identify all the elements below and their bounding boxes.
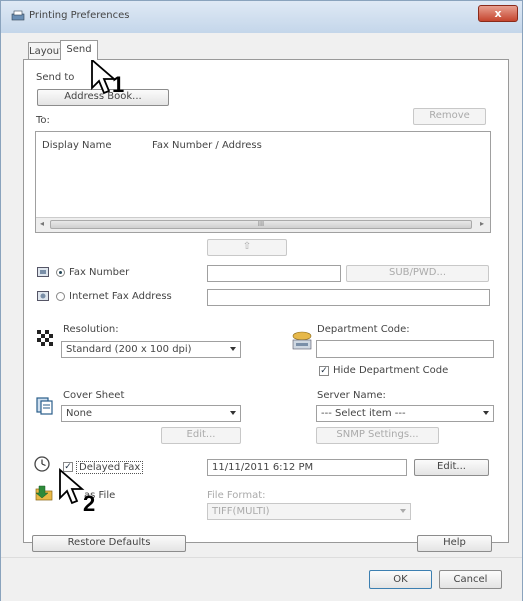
- cancel-button[interactable]: Cancel: [439, 570, 502, 589]
- printer-icon: [11, 10, 25, 21]
- hide-department-code-checkbox[interactable]: ✓: [319, 366, 329, 376]
- tab-layout[interactable]: Layout: [28, 42, 63, 60]
- column-header-display-name[interactable]: Display Name: [42, 140, 112, 151]
- scroll-right-icon[interactable]: ▸: [480, 219, 484, 228]
- restore-defaults-button[interactable]: Restore Defaults: [32, 535, 186, 552]
- server-name-value: --- Select item ---: [321, 408, 406, 419]
- close-button[interactable]: x: [478, 5, 518, 22]
- fax-icon: [37, 267, 49, 277]
- internet-fax-icon: [37, 291, 49, 301]
- internet-fax-radio[interactable]: [56, 292, 65, 301]
- recipient-list[interactable]: Display Name Fax Number / Address ◂ III …: [35, 131, 491, 233]
- department-code-label: Department Code:: [317, 324, 410, 335]
- resolution-icon: [37, 330, 53, 346]
- delayed-fax-edit-button[interactable]: Edit...: [414, 459, 489, 476]
- delayed-fax-datetime[interactable]: 11/11/2011 6:12 PM: [207, 459, 407, 476]
- step-2-badge: 2: [83, 491, 96, 516]
- step-1-badge: 1: [112, 72, 125, 97]
- fax-number-radio[interactable]: [56, 268, 65, 277]
- chevron-down-icon: [230, 411, 236, 415]
- help-button[interactable]: Help: [417, 535, 492, 552]
- department-code-input[interactable]: [316, 340, 494, 358]
- resolution-label: Resolution:: [63, 324, 119, 335]
- file-format-label: File Format:: [207, 490, 266, 501]
- server-name-label: Server Name:: [317, 390, 386, 401]
- fax-number-input[interactable]: [207, 265, 341, 282]
- fax-number-label: Fax Number: [69, 267, 130, 278]
- cover-sheet-edit-button[interactable]: Edit...: [161, 427, 241, 444]
- hide-department-code-label: Hide Department Code: [333, 365, 449, 376]
- chevron-down-icon: [400, 509, 406, 513]
- snmp-settings-button[interactable]: SNMP Settings...: [316, 427, 439, 444]
- title-bar: Printing Preferences x: [1, 1, 522, 33]
- add-recipient-button[interactable]: ⇧: [207, 239, 287, 256]
- cover-sheet-label: Cover Sheet: [63, 390, 125, 401]
- clock-icon: [34, 456, 50, 472]
- horizontal-scrollbar[interactable]: ◂ III ▸: [36, 217, 490, 232]
- server-name-select[interactable]: --- Select item ---: [316, 405, 494, 422]
- remove-button[interactable]: Remove: [413, 108, 486, 125]
- dialog-button-bar: OK Cancel: [1, 557, 522, 601]
- internet-fax-label: Internet Fax Address: [69, 291, 172, 302]
- resolution-select[interactable]: Standard (200 x 100 dpi): [61, 341, 241, 358]
- chevron-down-icon: [230, 347, 236, 351]
- sub-pwd-button[interactable]: SUB/PWD...: [346, 265, 489, 282]
- to-label: To:: [36, 115, 50, 126]
- resolution-value: Standard (200 x 100 dpi): [66, 344, 192, 355]
- chevron-down-icon: [483, 411, 489, 415]
- cover-sheet-value: None: [66, 408, 93, 419]
- cover-sheet-icon: [36, 397, 53, 415]
- file-format-value: TIFF(MULTI): [212, 506, 270, 517]
- send-to-label: Send to: [36, 72, 75, 83]
- window-title: Printing Preferences: [29, 10, 130, 21]
- scroll-left-icon[interactable]: ◂: [40, 219, 44, 228]
- internet-fax-input[interactable]: [207, 289, 490, 306]
- cover-sheet-select[interactable]: None: [61, 405, 241, 422]
- printing-preferences-window: Printing Preferences x Layout Send Send …: [0, 0, 523, 601]
- tab-send[interactable]: Send: [60, 40, 98, 60]
- file-format-select[interactable]: TIFF(MULTI): [207, 503, 411, 520]
- ok-button[interactable]: OK: [369, 570, 432, 589]
- department-code-icon: [292, 331, 312, 350]
- column-header-fax-number[interactable]: Fax Number / Address: [152, 140, 262, 151]
- scroll-thumb[interactable]: III: [50, 220, 472, 229]
- save-file-icon: [35, 485, 53, 501]
